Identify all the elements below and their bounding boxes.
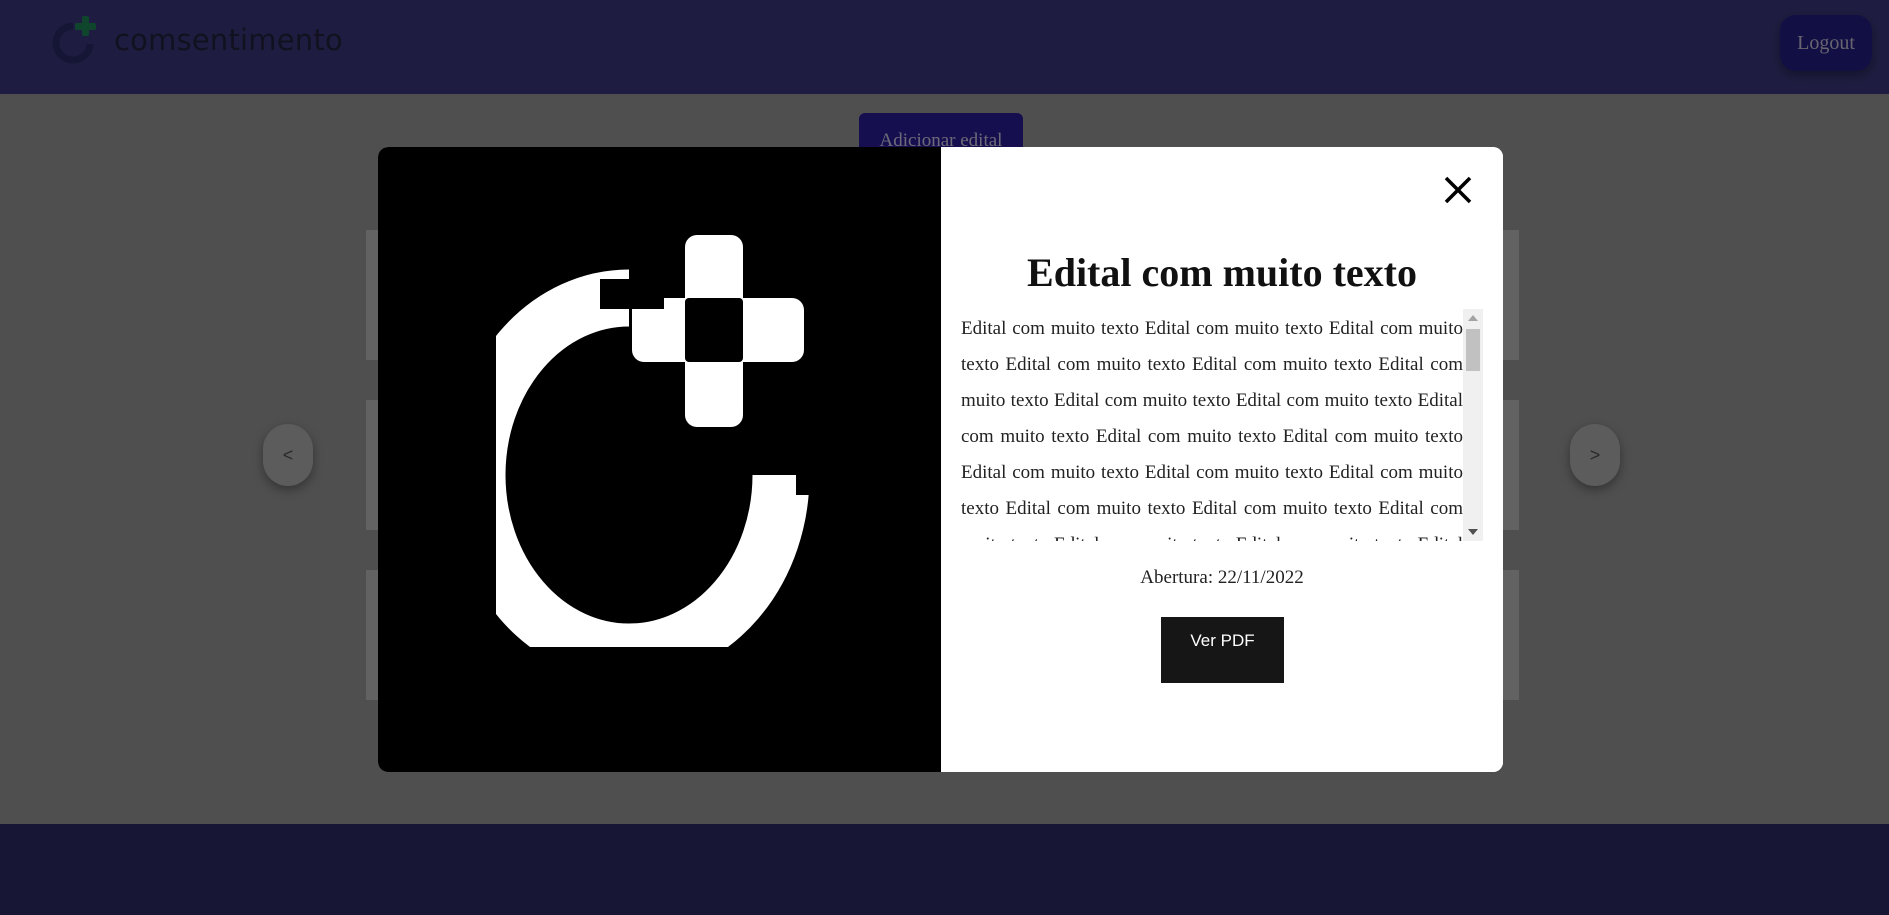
close-icon[interactable]	[1441, 173, 1475, 207]
edital-modal: Edital com muito texto Edital com muito …	[378, 147, 1503, 772]
modal-image-panel	[378, 147, 941, 772]
view-pdf-button[interactable]: Ver PDF	[1161, 617, 1284, 683]
description-scroll-area[interactable]: Edital com muito texto Edital com muito …	[961, 309, 1483, 541]
modal-title: Edital com muito texto	[1027, 250, 1417, 295]
scroll-up-arrow-icon[interactable]	[1463, 309, 1483, 327]
comsentimento-logo-icon	[496, 235, 826, 647]
scrollbar-thumb[interactable]	[1466, 329, 1480, 371]
modal-details-panel: Edital com muito texto Edital com muito …	[941, 147, 1503, 772]
scroll-down-arrow-icon[interactable]	[1463, 523, 1483, 541]
opening-date: Abertura: 22/11/2022	[1140, 567, 1304, 588]
description-scrollbar[interactable]	[1463, 309, 1483, 541]
edital-description: Edital com muito texto Edital com muito …	[961, 318, 1463, 541]
